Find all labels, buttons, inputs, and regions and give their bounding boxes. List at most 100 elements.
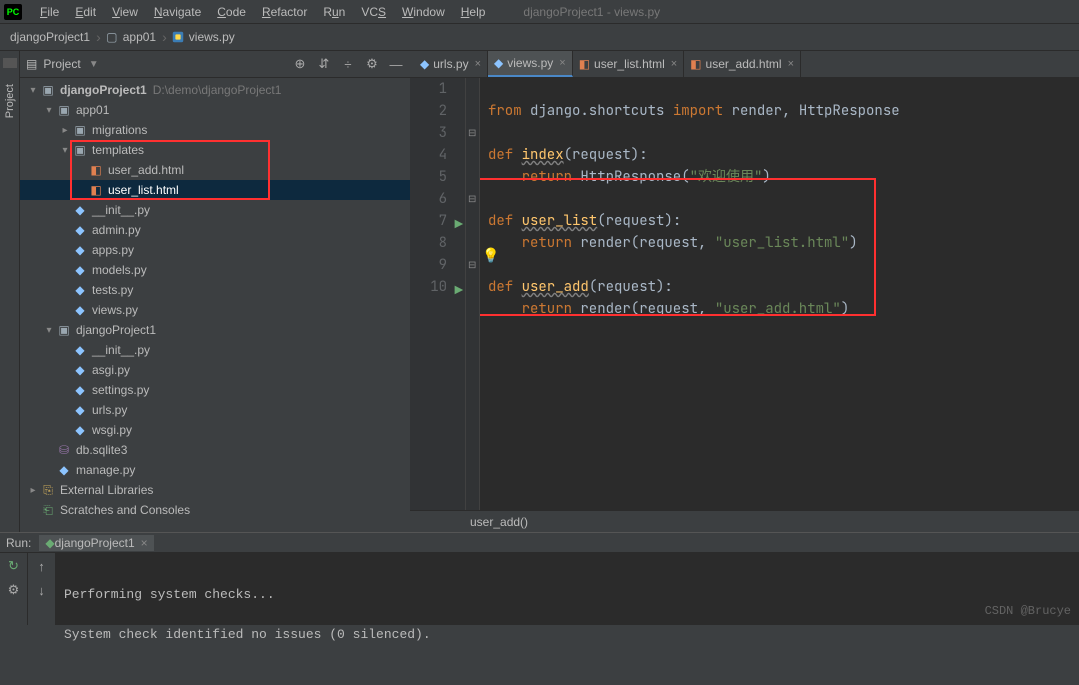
menu-window[interactable]: Window bbox=[394, 3, 453, 21]
tree-urls[interactable]: ◆ urls.py bbox=[20, 400, 410, 420]
menu-edit[interactable]: Edit bbox=[67, 3, 104, 21]
python-file-icon: ◆ bbox=[72, 403, 88, 417]
chevron-down-icon[interactable]: ▾ bbox=[26, 85, 40, 96]
python-file-icon: ◆ bbox=[494, 56, 503, 70]
django-icon: ◆ bbox=[45, 536, 54, 550]
menu-code[interactable]: Code bbox=[209, 3, 254, 21]
folder-icon: ▣ bbox=[40, 83, 56, 97]
close-icon[interactable]: × bbox=[475, 58, 481, 70]
editor-breadcrumb[interactable]: user_add() bbox=[410, 510, 1079, 532]
up-icon[interactable]: ↑ bbox=[33, 557, 51, 575]
tab-views[interactable]: ◆ views.py × bbox=[488, 51, 573, 77]
python-file-icon: ◆ bbox=[56, 463, 72, 477]
package-icon: ▣ bbox=[56, 323, 72, 337]
fold-icon[interactable]: ⊟ bbox=[468, 122, 476, 144]
fold-icon[interactable]: ⊟ bbox=[468, 188, 476, 210]
html-file-icon: ◧ bbox=[88, 163, 104, 177]
left-toolbar: Project bbox=[0, 51, 20, 532]
tree-db[interactable]: ⛁ db.sqlite3 bbox=[20, 440, 410, 460]
tree-tests[interactable]: ◆ tests.py bbox=[20, 280, 410, 300]
project-panel: ▤ Project ▼ ⊕ ⇵ ÷ ⚙ — ▾ ▣ djangoProject1… bbox=[20, 51, 410, 532]
tree-asgi[interactable]: ◆ asgi.py bbox=[20, 360, 410, 380]
hide-icon[interactable]: — bbox=[388, 56, 404, 72]
run-gutter-icon[interactable]: ▶ bbox=[449, 214, 463, 228]
html-file-icon: ◧ bbox=[690, 57, 701, 71]
expand-all-icon[interactable]: ⇵ bbox=[316, 56, 332, 72]
tab-user-list[interactable]: ◧ user_list.html × bbox=[573, 51, 684, 77]
menubar: PC File Edit View Navigate Code Refactor… bbox=[0, 0, 1079, 24]
line-gutter: 1 2 3 4 5 6 7 8 9 10 ▶ ▶ bbox=[410, 78, 466, 510]
tree-user-list-html[interactable]: ◧ user_list.html bbox=[20, 180, 410, 200]
close-icon[interactable]: × bbox=[788, 58, 794, 70]
code-editor[interactable]: 1 2 3 4 5 6 7 8 9 10 ▶ ▶ ⊟ ⊟ ⊟ from djan… bbox=[410, 78, 1079, 510]
menu-file[interactable]: File bbox=[32, 3, 67, 21]
python-file-icon: ◆ bbox=[420, 57, 429, 71]
close-icon[interactable]: × bbox=[671, 58, 677, 70]
chevron-right-icon[interactable]: ▸ bbox=[58, 125, 72, 136]
menu-refactor[interactable]: Refactor bbox=[254, 3, 315, 21]
tree-settings[interactable]: ◆ settings.py bbox=[20, 380, 410, 400]
gear-icon[interactable]: ⚙ bbox=[364, 56, 380, 72]
run-gutter-icon[interactable]: ▶ bbox=[449, 280, 463, 294]
crumb-project[interactable]: djangoProject1 bbox=[10, 30, 90, 44]
collapse-all-icon[interactable]: ÷ bbox=[340, 56, 356, 72]
crumb-file[interactable]: views.py bbox=[171, 30, 235, 44]
tree-models[interactable]: ◆ models.py bbox=[20, 260, 410, 280]
tree-wsgi[interactable]: ◆ wsgi.py bbox=[20, 420, 410, 440]
down-icon[interactable]: ↓ bbox=[33, 581, 51, 599]
crumb-sep-icon: › bbox=[96, 29, 101, 45]
folder-icon: ▣ bbox=[72, 143, 88, 157]
menu-help[interactable]: Help bbox=[453, 3, 494, 21]
rerun-icon[interactable]: ↻ bbox=[5, 557, 23, 575]
menu-run[interactable]: Run bbox=[315, 3, 353, 21]
chevron-down-icon[interactable]: ▾ bbox=[42, 325, 56, 336]
project-tool-label[interactable]: Project bbox=[4, 84, 16, 118]
chevron-down-icon[interactable]: ▾ bbox=[58, 145, 72, 156]
tree-p-init[interactable]: ◆ __init__.py bbox=[20, 340, 410, 360]
tree-admin[interactable]: ◆ admin.py bbox=[20, 220, 410, 240]
intention-bulb-icon[interactable]: 💡 bbox=[482, 245, 499, 267]
tree-app01[interactable]: ▾ ▣ app01 bbox=[20, 100, 410, 120]
python-file-icon bbox=[171, 30, 185, 44]
python-file-icon: ◆ bbox=[72, 303, 88, 317]
project-view-title[interactable]: Project bbox=[43, 57, 80, 71]
close-icon[interactable]: × bbox=[141, 536, 148, 550]
menu-navigate[interactable]: Navigate bbox=[146, 3, 209, 21]
console-output[interactable]: Performing system checks... System check… bbox=[56, 553, 1079, 625]
fold-strip: ⊟ ⊟ ⊟ bbox=[466, 78, 480, 510]
tree-templates[interactable]: ▾ ▣ templates bbox=[20, 140, 410, 160]
chevron-down-icon[interactable]: ▼ bbox=[89, 59, 99, 70]
tree-migrations[interactable]: ▸ ▣ migrations bbox=[20, 120, 410, 140]
app-title: djangoProject1 - views.py bbox=[523, 5, 660, 19]
code-content[interactable]: from django.shortcuts import render, Htt… bbox=[480, 78, 1079, 510]
crumb-app[interactable]: ▢ app01 bbox=[105, 30, 156, 44]
tree-user-add-html[interactable]: ◧ user_add.html bbox=[20, 160, 410, 180]
tree-views[interactable]: ◆ views.py bbox=[20, 300, 410, 320]
python-file-icon: ◆ bbox=[72, 283, 88, 297]
select-opened-icon[interactable]: ⊕ bbox=[292, 56, 308, 72]
tree-ext-lib[interactable]: ▸ ⎘ External Libraries bbox=[20, 480, 410, 500]
project-tool-icon[interactable] bbox=[3, 58, 17, 68]
tab-urls[interactable]: ◆ urls.py × bbox=[414, 51, 488, 77]
run-config-tab[interactable]: ◆ djangoProject1 × bbox=[39, 535, 153, 551]
close-icon[interactable]: × bbox=[559, 57, 565, 69]
stop-icon[interactable]: ⚙ bbox=[5, 581, 23, 599]
tree-root[interactable]: ▾ ▣ djangoProject1 D:\demo\djangoProject… bbox=[20, 80, 410, 100]
fold-icon[interactable]: ⊟ bbox=[468, 254, 476, 276]
python-file-icon: ◆ bbox=[72, 363, 88, 377]
menu-view[interactable]: View bbox=[104, 3, 146, 21]
python-file-icon: ◆ bbox=[72, 263, 88, 277]
tree-scratches[interactable]: ⎗ Scratches and Consoles bbox=[20, 500, 410, 520]
chevron-right-icon[interactable]: ▸ bbox=[26, 485, 40, 496]
tree-init[interactable]: ◆ __init__.py bbox=[20, 200, 410, 220]
menu-vcs[interactable]: VCS bbox=[353, 3, 394, 21]
tree-manage[interactable]: ◆ manage.py bbox=[20, 460, 410, 480]
tree-apps[interactable]: ◆ apps.py bbox=[20, 240, 410, 260]
chevron-down-icon[interactable]: ▾ bbox=[42, 105, 56, 116]
tree-project-pkg[interactable]: ▾ ▣ djangoProject1 bbox=[20, 320, 410, 340]
project-tree[interactable]: ▾ ▣ djangoProject1 D:\demo\djangoProject… bbox=[20, 78, 410, 532]
python-file-icon: ◆ bbox=[72, 343, 88, 357]
pycharm-logo: PC bbox=[4, 4, 22, 20]
tab-user-add[interactable]: ◧ user_add.html × bbox=[684, 51, 801, 77]
project-view-icon: ▤ bbox=[26, 57, 37, 71]
